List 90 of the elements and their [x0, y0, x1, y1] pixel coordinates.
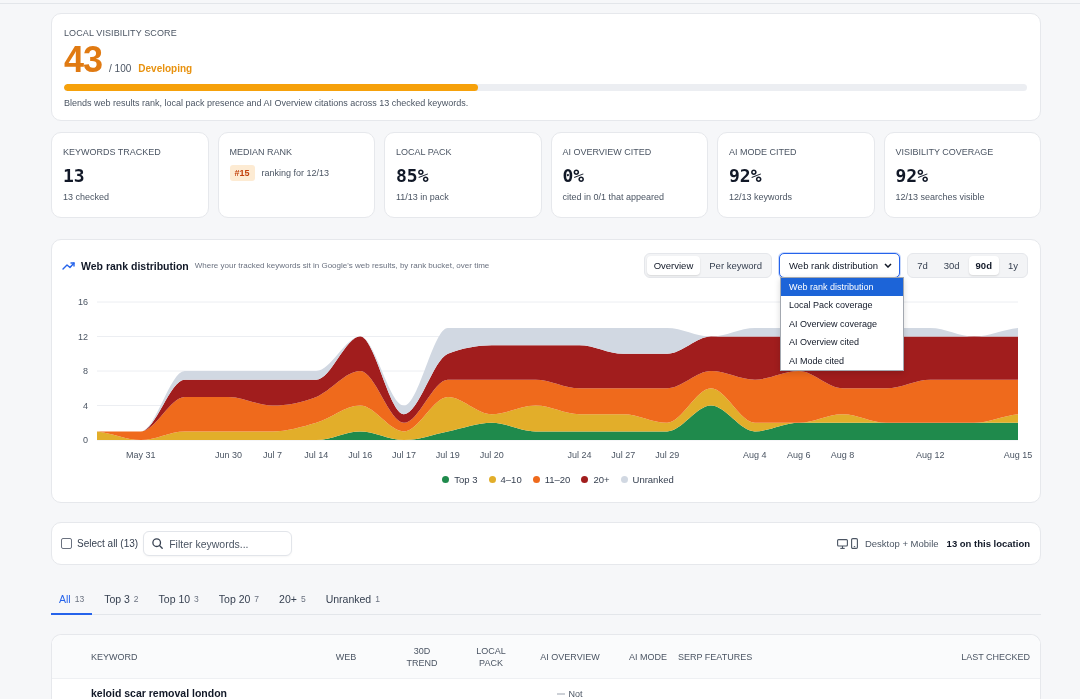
- search-field[interactable]: Filter keywords...: [143, 531, 293, 556]
- x-tick-label: Jul 24: [567, 450, 592, 460]
- x-tick-label: Aug 15: [1003, 450, 1032, 460]
- x-tick-label: Jul 29: [655, 450, 680, 460]
- caret-icon: [884, 263, 893, 268]
- legend-label: 4–10: [500, 473, 522, 485]
- filter-tab[interactable]: All 13: [51, 585, 93, 615]
- y-tick-label: 4: [83, 400, 88, 411]
- stat-label: AI OVERVIEW CITED: [562, 147, 653, 158]
- dropdown-option[interactable]: Web rank distribution: [781, 278, 904, 297]
- y-tick-label: 8: [83, 366, 88, 376]
- x-tick-label: Aug 6: [786, 450, 811, 460]
- x-tick-label: Jul 14: [304, 450, 329, 460]
- x-tick-label: Aug 4: [743, 450, 767, 460]
- metric-select[interactable]: Web rank distribution: [779, 253, 901, 278]
- score-max: / 100: [109, 63, 132, 74]
- stat-label: AI MODE CITED: [729, 147, 798, 158]
- range-option[interactable]: 7d: [910, 256, 935, 275]
- view-toggle-option[interactable]: Per keyword: [702, 256, 770, 275]
- column-header: AI OVERVIEW: [540, 650, 600, 663]
- score-rating: Developing: [138, 63, 193, 74]
- score-label: LOCAL VISIBILITY SCORE: [64, 28, 178, 39]
- legend-label: 20+: [593, 473, 610, 485]
- location-count: 13 on this location: [946, 538, 1030, 549]
- dropdown-option[interactable]: AI Overview cited: [781, 333, 904, 352]
- stat-value: 92%: [729, 165, 763, 187]
- filter-tab[interactable]: 20+ 5: [271, 585, 314, 615]
- stat-value: 85%: [396, 165, 430, 187]
- stat-detail: 11/13 in pack: [396, 192, 450, 203]
- x-tick-label: Jul 17: [392, 450, 416, 460]
- keyword-cell: keloid scar removal london: [91, 687, 227, 699]
- chart-title: Web rank distribution: [81, 259, 189, 272]
- range-option[interactable]: 90d: [968, 256, 999, 275]
- select-all-label[interactable]: Select all (13): [77, 538, 139, 549]
- dropdown-option[interactable]: Local Pack coverage: [781, 296, 904, 315]
- stat-detail: 13 checked: [63, 192, 111, 203]
- filter-tab[interactable]: Top 3 2: [96, 585, 147, 615]
- column-header: AI MODE: [629, 650, 667, 663]
- x-tick-label: Jul 20: [479, 450, 504, 460]
- trend-up-icon: [62, 261, 75, 270]
- stat-detail: 12/13 keywords: [729, 192, 794, 203]
- column-header: 30D TREND: [405, 644, 439, 669]
- x-tick-label: Jul 7: [262, 450, 282, 460]
- stat-label: VISIBILITY COVERAGE: [895, 147, 995, 158]
- stat-detail: 12/13 searches visible: [895, 192, 986, 203]
- column-header: SERP FEATURES: [678, 650, 753, 663]
- y-tick-label: 16: [78, 297, 88, 307]
- stat-value: 13: [63, 165, 86, 187]
- rank-badge: #15: [229, 165, 255, 181]
- dropdown-option[interactable]: AI Overview coverage: [781, 314, 904, 334]
- ai-overview-status: Not: [568, 687, 583, 699]
- filter-tab[interactable]: Top 20 7: [210, 585, 268, 615]
- select-all-checkbox[interactable]: [61, 538, 72, 549]
- y-tick-label: 0: [83, 435, 88, 445]
- stat-label: KEYWORDS TRACKED: [63, 147, 162, 158]
- phone-icon: [850, 538, 858, 549]
- x-tick-label: Aug 8: [830, 450, 855, 460]
- stat-detail: cited in 0/1 that appeared: [562, 192, 666, 203]
- x-tick-label: Jul 16: [348, 450, 373, 460]
- chart-subtitle: Where your tracked keywords sit in Google's web results, by rank bucket, over time: [194, 261, 490, 270]
- score-description: Blends web results rank, local pack presence and AI Overview citations across 13 checked keywords.: [64, 98, 470, 109]
- column-header: LAST CHECKED: [961, 650, 1030, 663]
- desktop-icon: [836, 538, 848, 549]
- dash-icon: [557, 692, 566, 695]
- view-toggle-option[interactable]: Overview: [646, 256, 701, 275]
- stat-value: 0%: [562, 165, 586, 187]
- column-header: KEYWORD: [91, 650, 138, 663]
- device-label: Desktop + Mobile: [864, 538, 939, 549]
- x-tick-label: May 31: [126, 450, 156, 460]
- filter-tab[interactable]: Top 10 3: [150, 585, 207, 615]
- score-value: 43: [64, 45, 103, 75]
- filter-tab[interactable]: Unranked 1: [317, 585, 388, 615]
- stat-label: LOCAL PACK: [396, 147, 453, 158]
- stat-value: 92%: [895, 165, 929, 187]
- search-icon: [152, 538, 164, 549]
- stat-detail: ranking for 12/13: [261, 168, 330, 178]
- legend-label: 11–20: [544, 473, 571, 485]
- legend-label: Top 3: [454, 473, 478, 485]
- range-option[interactable]: 1y: [1000, 256, 1025, 275]
- column-header: WEB: [335, 650, 357, 663]
- range-option[interactable]: 30d: [936, 256, 967, 275]
- legend-label: Unranked: [632, 473, 674, 485]
- x-tick-label: Jul 27: [611, 450, 636, 460]
- dropdown-option[interactable]: AI Mode cited: [781, 351, 904, 370]
- x-tick-label: Jul 19: [435, 450, 460, 460]
- x-tick-label: Aug 12: [916, 450, 945, 460]
- y-tick-label: 12: [78, 331, 88, 342]
- x-tick-label: Jun 30: [215, 450, 243, 460]
- stat-label: MEDIAN RANK: [229, 147, 293, 158]
- column-header: LOCAL PACK: [475, 644, 507, 669]
